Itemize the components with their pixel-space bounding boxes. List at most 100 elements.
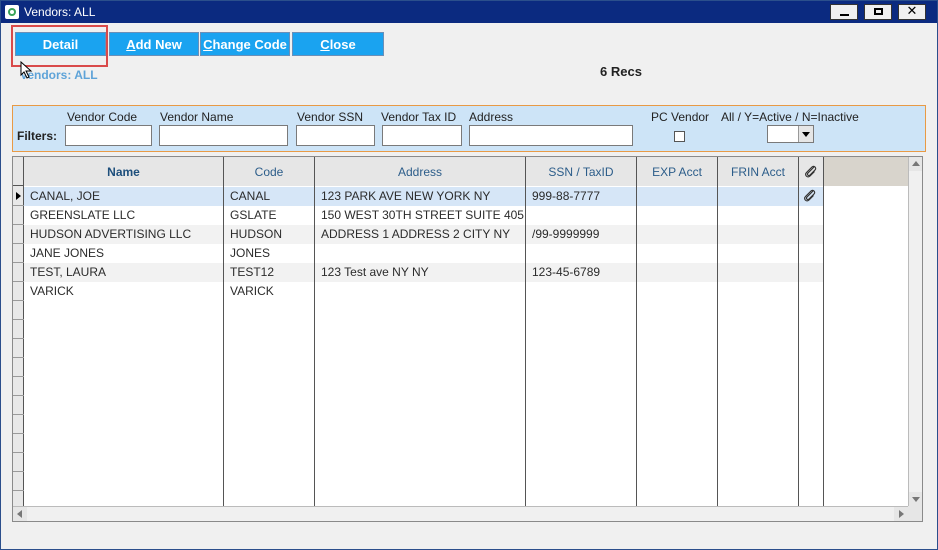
close-icon: ✕ — [906, 4, 918, 19]
scrollbar-corner — [908, 506, 922, 521]
table-row[interactable]: TEST, LAURA TEST12 123 Test ave NY NY 123-4… — [24, 263, 824, 282]
cell-code: TEST12 — [230, 265, 275, 279]
table-row[interactable]: HUDSON ADVERTISING LLC HUDSON ADDRESS 1 AD… — [24, 225, 824, 244]
close-mnemonic: C — [320, 37, 330, 52]
cell-code: CANAL — [230, 189, 271, 203]
cell-ssn-taxid — [526, 244, 636, 263]
table-row[interactable]: GREENSLATE LLC GSLATE 150 WEST 30TH STREET… — [24, 206, 824, 225]
change-code-button[interactable]: Change Code — [200, 32, 290, 56]
cell-ssn-taxid: /99-9999999 — [532, 227, 600, 241]
pc-vendor-checkbox[interactable] — [674, 131, 685, 142]
row-selector-cell[interactable] — [13, 225, 24, 244]
close-window-button[interactable]: ✕ — [898, 4, 926, 20]
address-label: Address — [469, 110, 514, 124]
add-new-button[interactable]: Add New — [109, 32, 199, 56]
column-divider — [717, 186, 718, 507]
column-header-code[interactable]: Code — [224, 157, 315, 186]
cell-exp-acct — [637, 244, 717, 263]
close-button[interactable]: Close — [292, 32, 384, 56]
scroll-left-icon[interactable] — [13, 507, 27, 521]
cell-frin-acct — [718, 244, 798, 263]
vendor-taxid-input[interactable] — [382, 125, 462, 146]
record-count: 6 Recs — [600, 64, 642, 79]
cell-name: JANE JONES — [30, 246, 105, 260]
column-divider — [798, 186, 799, 507]
minimize-icon — [839, 14, 849, 16]
cell-code: GSLATE — [230, 208, 277, 222]
cell-frin-acct — [718, 282, 798, 301]
column-header-name[interactable]: Name — [24, 157, 224, 186]
row-selector-cell[interactable] — [13, 301, 24, 320]
table-row[interactable]: CANAL, JOE CANAL 123 PARK AVE NEW YORK NY 9… — [24, 187, 824, 206]
column-header-ssn-taxid[interactable]: SSN / TaxID — [526, 157, 637, 186]
cell-name: GREENSLATE LLC — [30, 208, 136, 222]
window-title: Vendors: ALL — [24, 5, 96, 19]
row-selector-cell[interactable] — [13, 320, 24, 339]
row-selector-cell[interactable] — [13, 263, 24, 282]
cell-ssn-taxid — [526, 206, 636, 225]
row-selector-header — [13, 157, 24, 186]
scroll-down-icon[interactable] — [909, 492, 922, 506]
row-selector-cell[interactable] — [13, 415, 24, 434]
column-divider — [823, 186, 824, 507]
cell-address: 150 WEST 30TH STREET SUITE 405 — [321, 208, 524, 222]
maximize-icon — [873, 8, 883, 15]
row-selector-cell[interactable] — [13, 472, 24, 491]
column-divider — [525, 186, 526, 507]
cell-frin-acct — [718, 225, 798, 244]
vendor-code-input[interactable] — [65, 125, 152, 146]
cell-ssn-taxid: 123-45-6789 — [532, 265, 601, 279]
mouse-pointer-icon — [20, 61, 33, 79]
vertical-scrollbar[interactable] — [908, 157, 922, 506]
row-selector-cell[interactable] — [13, 282, 24, 301]
pc-vendor-label: PC Vendor — [651, 110, 710, 124]
row-selector-cell[interactable] — [13, 206, 24, 225]
change-code-label: hange Code — [212, 37, 287, 52]
vendor-ssn-input[interactable] — [296, 125, 375, 146]
status-select[interactable] — [767, 125, 814, 143]
row-selector-cell[interactable] — [13, 453, 24, 472]
add-new-mnemonic: A — [126, 37, 136, 52]
row-selector-cell[interactable] — [13, 339, 24, 358]
row-selector-cell[interactable] — [13, 377, 24, 396]
row-selector-cell[interactable] — [13, 187, 24, 206]
minimize-button[interactable] — [830, 4, 858, 20]
cell-exp-acct — [637, 187, 717, 206]
column-header-frin-acct[interactable]: FRIN Acct — [718, 157, 799, 186]
column-header-exp-acct[interactable]: EXP Acct — [637, 157, 718, 186]
maximize-button[interactable] — [864, 4, 892, 20]
column-header-attachment[interactable] — [799, 157, 824, 186]
vendor-taxid-label: Vendor Tax ID — [381, 110, 457, 124]
cell-code: VARICK — [230, 284, 274, 298]
vendor-name-input[interactable] — [159, 125, 288, 146]
close-label: lose — [329, 37, 356, 52]
cell-ssn-taxid — [526, 282, 636, 301]
cell-name: CANAL, JOE — [30, 189, 101, 203]
table-row[interactable]: JANE JONES JONES — [24, 244, 824, 263]
cell-name: HUDSON ADVERTISING LLC — [30, 227, 192, 241]
cell-address: 123 PARK AVE NEW YORK NY — [321, 189, 491, 203]
vendor-name-label: Vendor Name — [160, 110, 234, 124]
column-header-address[interactable]: Address — [315, 157, 526, 186]
app-logo-icon — [5, 5, 19, 19]
row-selector-cell[interactable] — [13, 396, 24, 415]
chevron-down-icon[interactable] — [798, 126, 813, 142]
scroll-up-icon[interactable] — [909, 157, 922, 171]
vendors-window: Vendors: ALL ✕ Detail Add New Change Cod… — [0, 0, 938, 550]
horizontal-scrollbar[interactable] — [13, 506, 908, 521]
cell-address: ADDRESS 1 ADDRESS 2 CITY NY — [321, 227, 511, 241]
column-divider — [314, 186, 315, 507]
row-selector-cell[interactable] — [13, 434, 24, 453]
status-filter-label: All / Y=Active / N=Inactive — [721, 110, 859, 124]
column-divider — [636, 186, 637, 507]
paperclip-icon[interactable] — [802, 188, 818, 207]
row-selector-cell[interactable] — [13, 358, 24, 377]
detail-button[interactable]: Detail — [15, 32, 106, 56]
scroll-right-icon[interactable] — [894, 507, 908, 521]
table-row[interactable]: VARICK VARICK — [24, 282, 824, 301]
address-input[interactable] — [469, 125, 633, 146]
cell-address — [315, 282, 525, 301]
cell-name: TEST, LAURA — [30, 265, 107, 279]
cell-exp-acct — [637, 282, 717, 301]
row-selector-cell[interactable] — [13, 244, 24, 263]
